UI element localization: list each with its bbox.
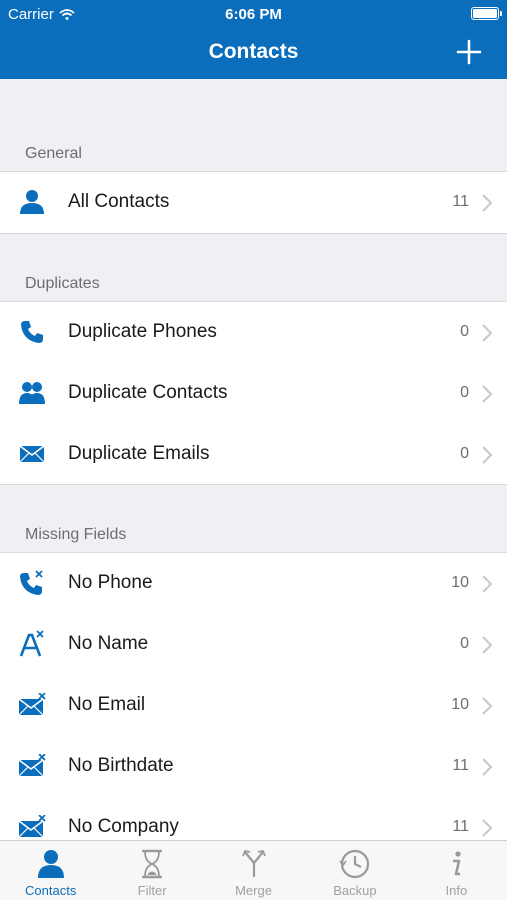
row-count: 0 (460, 445, 469, 462)
clock-icon (339, 848, 371, 880)
row-label: No Birthdate (68, 755, 174, 776)
row-duplicate-emails[interactable]: Duplicate Emails 0 (0, 424, 507, 485)
chevron-right-icon (482, 636, 493, 654)
row-label: All Contacts (68, 191, 170, 212)
row-count: 0 (460, 323, 469, 340)
top-bar: Carrier 6:06 PM Contacts (0, 0, 507, 79)
tab-label: Filter (137, 883, 167, 898)
row-label: No Name (68, 633, 149, 654)
row-count: 11 (452, 757, 469, 774)
row-count: 10 (451, 696, 469, 713)
envelope-x-icon (18, 813, 46, 840)
contacts-list[interactable]: General All Contacts 11 Duplicates Dupli… (0, 79, 507, 840)
person-icon (35, 848, 67, 880)
row-no-birthdate[interactable]: No Birthdate 11 (0, 736, 507, 797)
row-label: No Company (68, 816, 179, 837)
envelope-x-icon (18, 752, 46, 780)
chevron-right-icon (482, 385, 493, 403)
info-icon (440, 848, 472, 880)
chevron-right-icon (482, 697, 493, 715)
row-no-phone[interactable]: No Phone 10 (0, 553, 507, 614)
row-count: 0 (460, 635, 469, 652)
status-time: 6:06 PM (225, 6, 282, 23)
row-no-name[interactable]: No Name 0 (0, 614, 507, 675)
merge-icon (238, 848, 270, 880)
row-label: Duplicate Contacts (68, 382, 228, 403)
tab-filter[interactable]: Filter (101, 841, 202, 900)
row-label: No Email (68, 694, 146, 715)
tab-label: Backup (333, 883, 377, 898)
chevron-right-icon (482, 446, 493, 464)
letter-a-x-icon (18, 630, 46, 658)
row-duplicate-contacts[interactable]: Duplicate Contacts 0 (0, 363, 507, 424)
section-header-missing-fields: Missing Fields (25, 526, 127, 543)
envelope-x-icon (18, 691, 46, 719)
row-count: 10 (451, 574, 469, 591)
battery-icon (471, 7, 502, 20)
section-header-general: General (25, 145, 82, 162)
phone-icon (18, 318, 46, 346)
tab-contacts[interactable]: Contacts (0, 841, 101, 900)
row-label: No Phone (68, 572, 153, 593)
row-no-company[interactable]: No Company 11 (0, 797, 507, 840)
row-all-contacts[interactable]: All Contacts 11 (0, 172, 507, 233)
row-label: Duplicate Phones (68, 321, 217, 342)
tab-bar: Contacts Filter Merge Backup Info (0, 840, 507, 900)
tab-label: Info (445, 883, 468, 898)
section-header-duplicates: Duplicates (25, 275, 100, 292)
battery-level (473, 9, 497, 18)
row-label: Duplicate Emails (68, 443, 210, 464)
tab-merge[interactable]: Merge (203, 841, 304, 900)
add-contact-button[interactable] (455, 38, 483, 66)
status-bar: Carrier 6:06 PM (0, 0, 507, 28)
row-duplicate-phones[interactable]: Duplicate Phones 0 (0, 302, 507, 363)
chevron-right-icon (482, 819, 493, 837)
chevron-right-icon (482, 575, 493, 593)
chevron-right-icon (482, 324, 493, 342)
tab-info[interactable]: Info (406, 841, 507, 900)
navigation-bar: Contacts (0, 28, 507, 79)
envelope-icon (18, 440, 46, 468)
tab-label: Merge (235, 883, 272, 898)
people-icon (18, 379, 46, 407)
hourglass-icon (136, 848, 168, 880)
row-count: 11 (452, 193, 469, 210)
chevron-right-icon (482, 758, 493, 776)
tab-label: Contacts (25, 883, 77, 898)
row-count: 0 (460, 384, 469, 401)
person-icon (18, 188, 46, 216)
row-count: 11 (452, 818, 469, 835)
chevron-right-icon (482, 194, 493, 212)
page-title: Contacts (208, 40, 299, 63)
phone-x-icon (18, 569, 46, 597)
row-no-email[interactable]: No Email 10 (0, 675, 507, 736)
tab-backup[interactable]: Backup (304, 841, 405, 900)
